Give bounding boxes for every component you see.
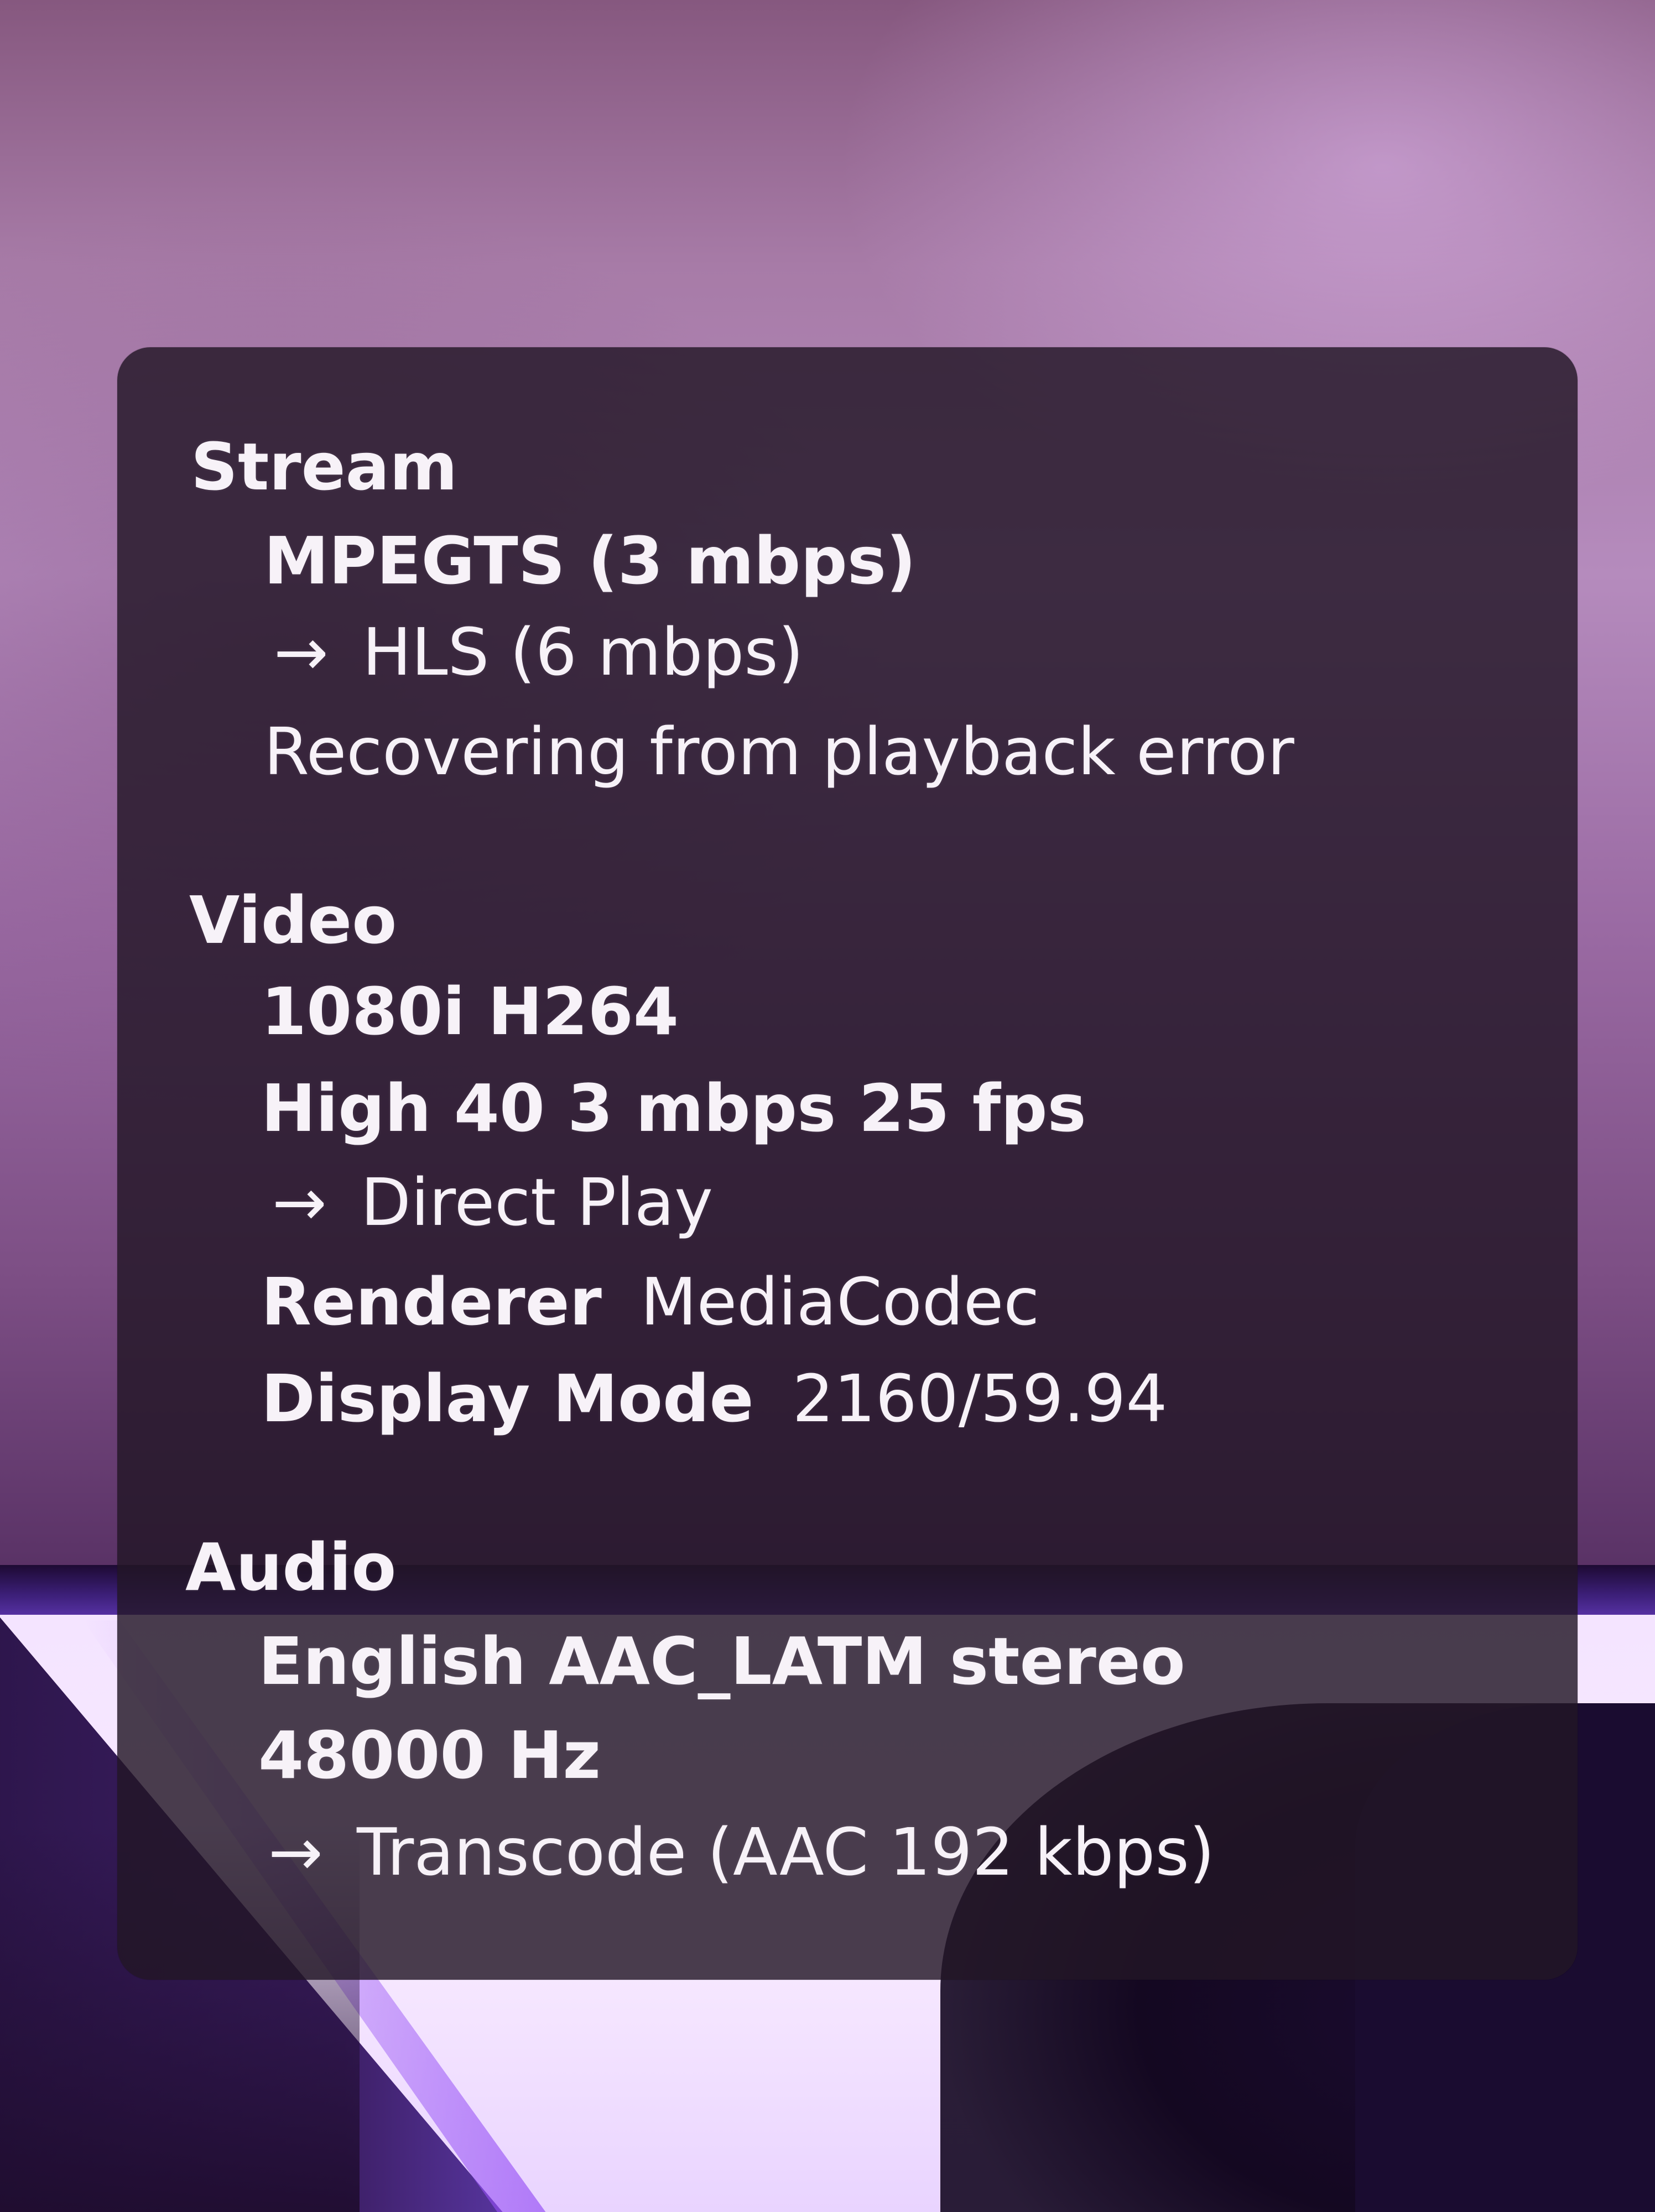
video-format: 1080i H264 — [261, 973, 679, 1050]
video-mode: Direct Play — [361, 1164, 713, 1240]
video-heading: Video — [189, 882, 397, 958]
stream-heading: Stream — [191, 429, 458, 505]
stream-target: HLS (6 mbps) — [362, 614, 804, 690]
video-display-mode-line: Display Mode 2160/59.94 — [261, 1360, 1167, 1437]
arrow-right-icon: → — [268, 1814, 323, 1890]
video-mode-line: → Direct Play — [272, 1164, 713, 1240]
video-renderer-line: Renderer MediaCodec — [261, 1264, 1039, 1340]
display-mode-value: 2160/59.94 — [792, 1360, 1168, 1437]
arrow-right-icon: → — [274, 614, 329, 690]
audio-heading: Audio — [185, 1529, 397, 1605]
stream-container: MPEGTS (3 mbps) — [264, 523, 917, 599]
audio-mode: Transcode (AAC 192 kbps) — [357, 1814, 1215, 1890]
video-profile: High 40 3 mbps 25 fps — [261, 1070, 1086, 1146]
audio-rate: 48000 Hz — [258, 1717, 601, 1793]
renderer-value: MediaCodec — [640, 1264, 1040, 1340]
arrow-right-icon: → — [272, 1164, 327, 1240]
display-mode-label: Display Mode — [261, 1360, 754, 1437]
audio-mode-line: → Transcode (AAC 192 kbps) — [268, 1814, 1215, 1890]
stream-status: Recovering from playback error — [264, 713, 1294, 790]
audio-track: English AAC_LATM stereo — [258, 1623, 1185, 1699]
renderer-label: Renderer — [261, 1264, 602, 1340]
stream-target-line: → HLS (6 mbps) — [274, 614, 804, 690]
video-background: Stream MPEGTS (3 mbps) → HLS (6 mbps) Rec… — [0, 0, 1655, 2212]
